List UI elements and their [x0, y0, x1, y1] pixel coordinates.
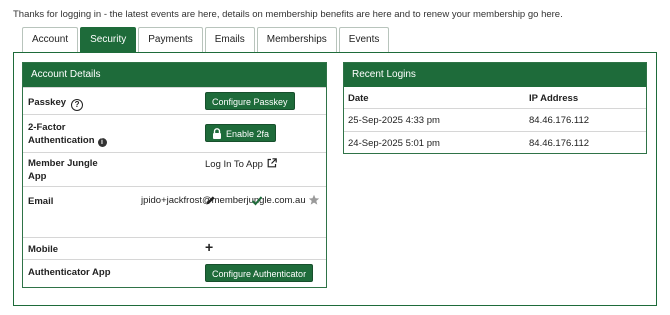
- enable-2fa-button[interactable]: Enable 2fa: [205, 124, 277, 142]
- check-icon: [251, 196, 263, 206]
- add-mobile-icon[interactable]: +: [205, 239, 213, 255]
- configure-authenticator-button[interactable]: Configure Authenticator: [205, 264, 314, 282]
- table-row: 24-Sep-2025 5:01 pm 84.46.176.112: [344, 132, 646, 155]
- tab-payments[interactable]: Payments: [138, 27, 203, 52]
- recent-logins-title: Recent Logins: [344, 63, 646, 87]
- tab-bar: Account Security Payments Emails Members…: [22, 27, 391, 52]
- account-details-title: Account Details: [23, 63, 326, 87]
- logins-table-header: Date IP Address: [344, 87, 646, 109]
- authenticator-label: Authenticator App: [28, 267, 111, 278]
- pencil-icon[interactable]: [205, 195, 216, 206]
- enable-2fa-label: Enable 2fa: [226, 129, 270, 139]
- tab-security[interactable]: Security: [80, 27, 137, 52]
- log-in-to-app-link[interactable]: Log In To App: [205, 158, 277, 170]
- twofa-label-line1: 2-Factor: [28, 122, 66, 133]
- col-ip-header: IP Address: [529, 93, 579, 104]
- login-date: 25-Sep-2025 4:33 pm: [348, 115, 440, 126]
- tab-account[interactable]: Account: [22, 27, 79, 52]
- log-in-to-app-label: Log In To App: [205, 159, 263, 170]
- external-link-icon: [267, 158, 277, 168]
- mj-label-line2: App: [28, 171, 47, 182]
- table-row: 25-Sep-2025 4:33 pm 84.46.176.112: [344, 109, 646, 132]
- authenticator-app-row: Authenticator App Configure Authenticato…: [23, 259, 326, 287]
- star-icon[interactable]: [308, 194, 320, 206]
- passkey-row: Passkey? Configure Passkey: [23, 87, 326, 114]
- account-details-card: Account Details Passkey? Configure Passk…: [22, 62, 327, 288]
- member-jungle-app-row: Member Jungle App Log In To App: [23, 152, 326, 186]
- tab-events[interactable]: Events: [338, 27, 390, 52]
- login-date: 24-Sep-2025 5:01 pm: [348, 138, 440, 149]
- col-date-header: Date: [348, 93, 369, 104]
- tab-memberships[interactable]: Memberships: [256, 27, 337, 52]
- twofa-row: 2-Factor Authentication i Enable 2fa: [23, 114, 326, 152]
- passkey-label: Passkey: [28, 97, 67, 108]
- email-row: Email jpido+jackfrost@memberjungle.com.a…: [23, 186, 326, 237]
- login-ip: 84.46.176.112: [529, 115, 590, 126]
- mj-label-line1: Member Jungle: [28, 158, 98, 169]
- mobile-row: Mobile +: [23, 237, 326, 259]
- intro-text: Thanks for logging in - the latest event…: [13, 9, 563, 20]
- mobile-label: Mobile: [28, 244, 59, 255]
- recent-logins-card: Recent Logins Date IP Address 25-Sep-202…: [343, 62, 647, 154]
- login-ip: 84.46.176.112: [529, 138, 590, 149]
- tab-emails[interactable]: Emails: [204, 27, 255, 52]
- help-icon[interactable]: ?: [71, 99, 84, 111]
- twofa-label-line2: Authentication: [28, 135, 95, 146]
- lock-icon: [213, 128, 221, 139]
- configure-passkey-button[interactable]: Configure Passkey: [205, 92, 295, 110]
- info-icon[interactable]: i: [97, 138, 107, 147]
- email-label: Email: [28, 196, 54, 207]
